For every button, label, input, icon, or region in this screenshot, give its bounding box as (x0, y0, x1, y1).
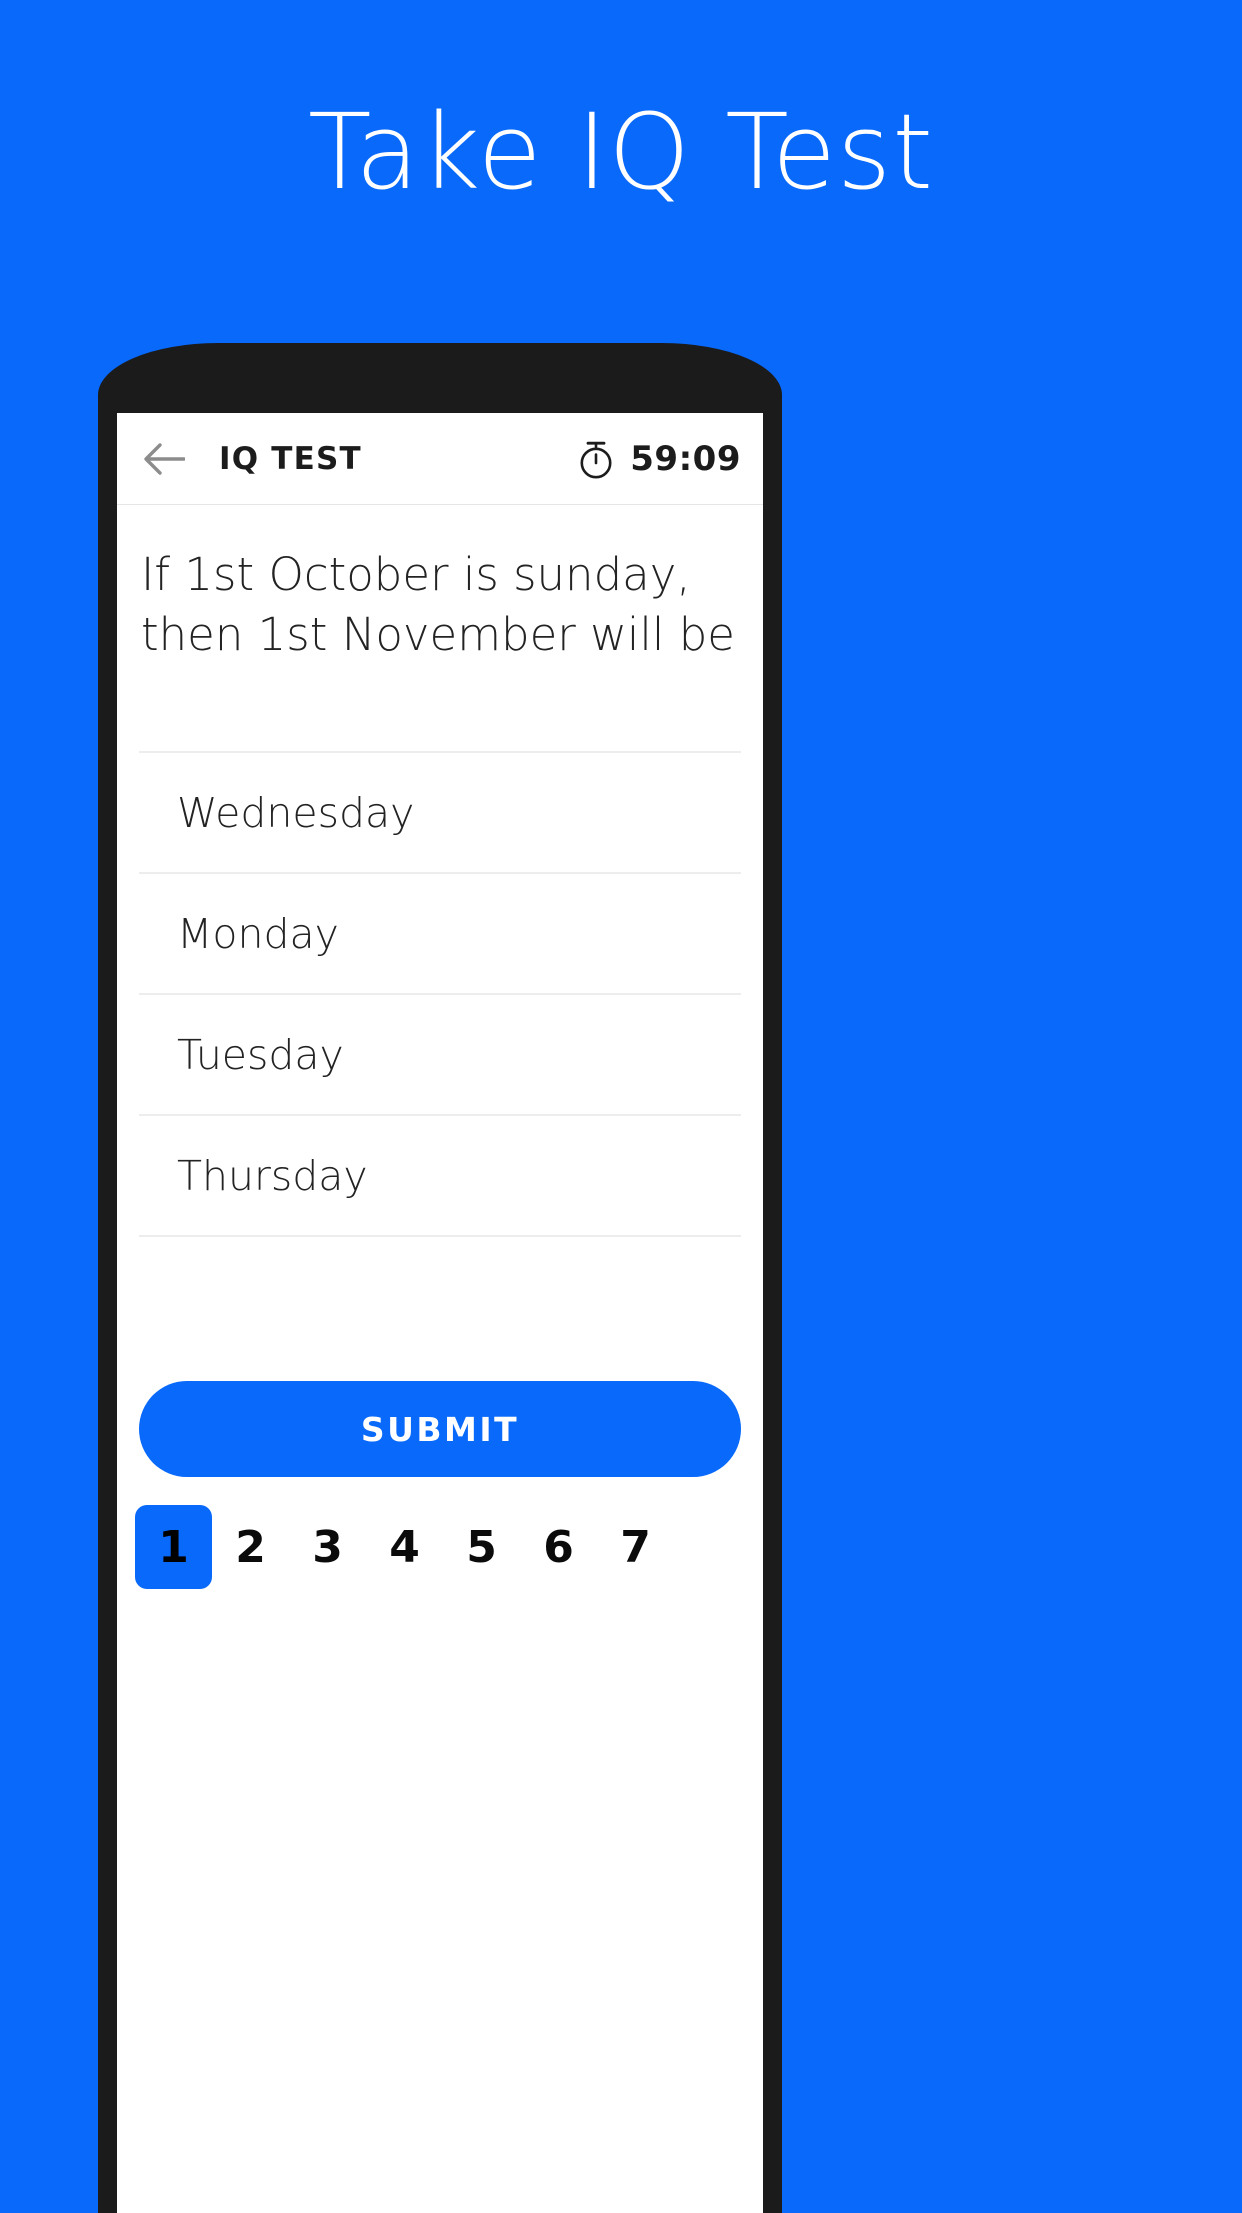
option-label: Wednesday (177, 788, 415, 837)
timer: 59:09 (576, 438, 741, 480)
app-bar: IQ TEST 59:09 (117, 413, 763, 505)
pagination-item-3[interactable]: 3 (289, 1505, 366, 1589)
pagination-item-7[interactable]: 7 (597, 1505, 674, 1589)
pagination-label: 2 (235, 1521, 266, 1573)
pagination-item-1[interactable]: 1 (135, 1505, 212, 1589)
pagination-item-2[interactable]: 2 (212, 1505, 289, 1589)
option-label: Tuesday (177, 1030, 344, 1079)
submit-container: SUBMIT (117, 1237, 763, 1477)
back-arrow-icon[interactable] (141, 436, 187, 482)
pagination-label: 4 (389, 1521, 420, 1573)
option-label: Thursday (177, 1151, 368, 1200)
pagination-label: 6 (543, 1521, 574, 1573)
option-row[interactable]: Tuesday (139, 995, 741, 1116)
pagination-item-4[interactable]: 4 (366, 1505, 443, 1589)
pagination: 1 2 3 4 5 6 7 (117, 1477, 763, 1589)
phone-mockup: IQ TEST 59:09 If 1st October is sunday, … (98, 343, 782, 2213)
stopwatch-icon (580, 441, 612, 478)
option-label: Monday (177, 909, 339, 958)
option-row[interactable]: Thursday (139, 1116, 741, 1237)
pagination-item-5[interactable]: 5 (443, 1505, 520, 1589)
option-row[interactable]: Wednesday (139, 753, 741, 874)
phone-screen: IQ TEST 59:09 If 1st October is sunday, … (117, 413, 763, 2213)
app-bar-title: IQ TEST (219, 440, 362, 477)
submit-button[interactable]: SUBMIT (139, 1381, 741, 1477)
timer-value: 59:09 (630, 438, 741, 479)
promo-headline: Take IQ Test (308, 91, 934, 213)
pagination-label: 7 (620, 1521, 651, 1573)
pagination-label: 3 (312, 1521, 343, 1573)
pagination-label: 1 (158, 1521, 189, 1573)
options-list: Wednesday Monday Tuesday Thursday (139, 751, 741, 1237)
pagination-item-6[interactable]: 6 (520, 1505, 597, 1589)
option-row[interactable]: Monday (139, 874, 741, 995)
pagination-label: 5 (466, 1521, 497, 1573)
question-text: If 1st October is sunday, then 1st Novem… (141, 548, 735, 661)
